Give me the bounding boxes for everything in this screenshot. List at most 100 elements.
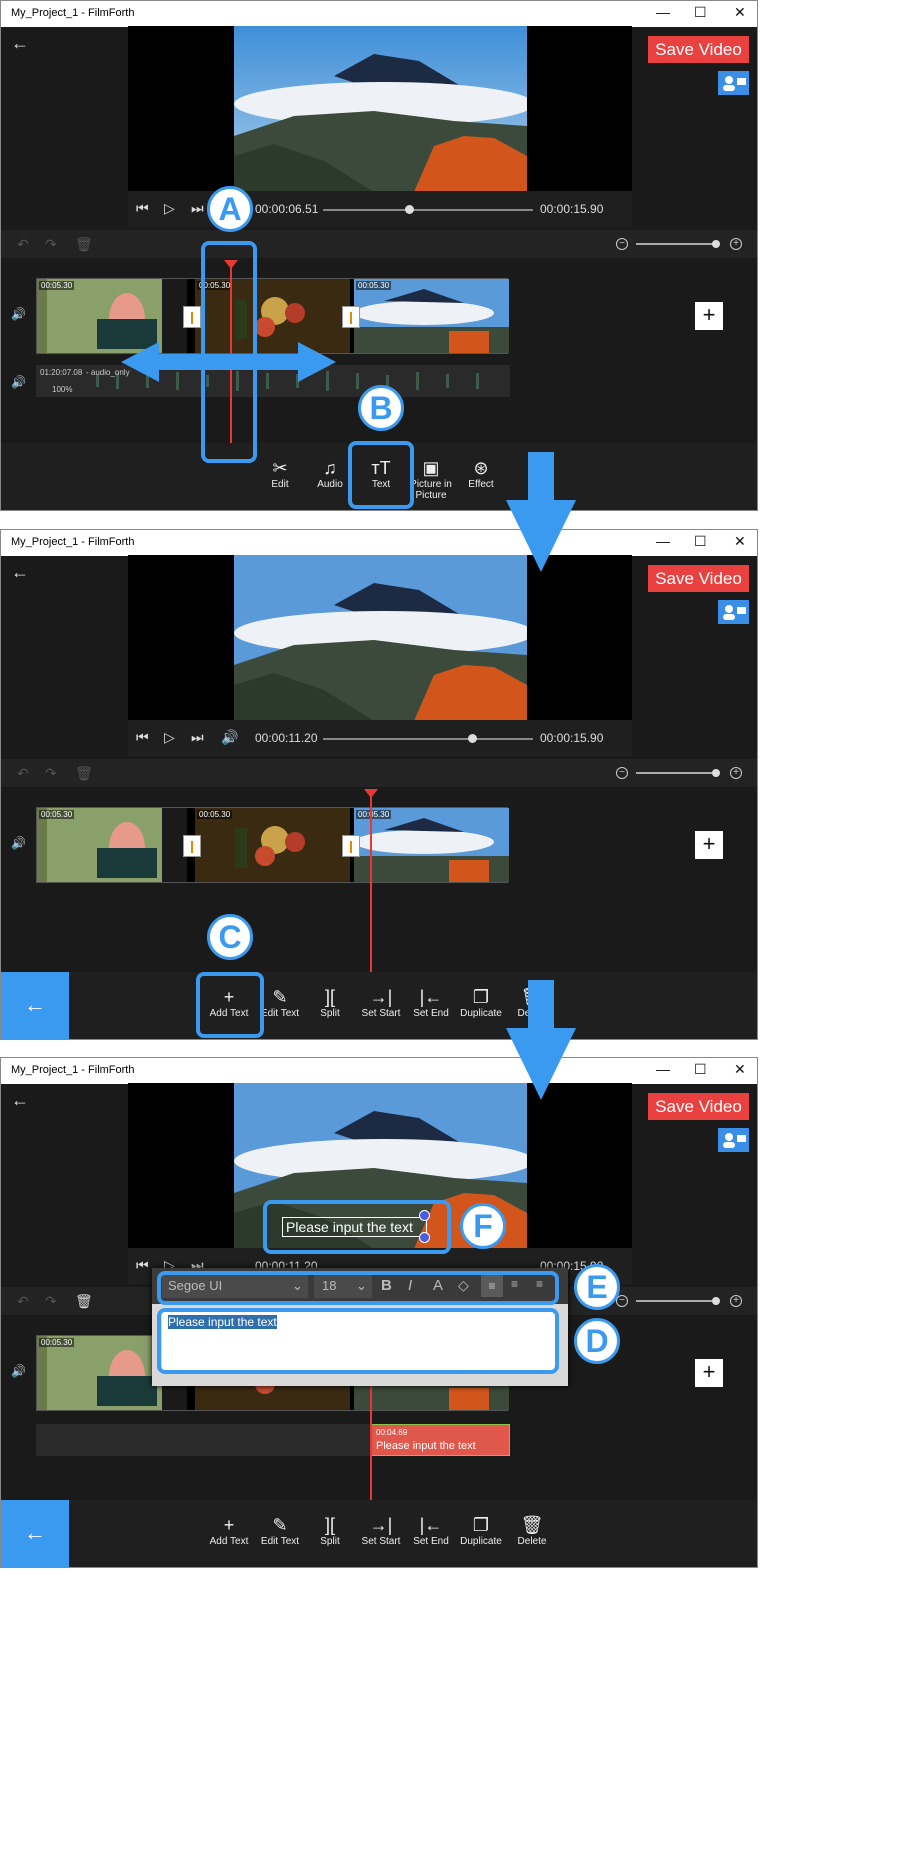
tool-duplicate[interactable]: ❐ Duplicate bbox=[457, 986, 505, 1019]
save-video-button[interactable]: Save Video bbox=[648, 1093, 749, 1120]
transition-handle[interactable] bbox=[342, 306, 360, 328]
clip-apples[interactable]: 00:05.30 bbox=[195, 808, 350, 882]
transition-handle[interactable] bbox=[342, 835, 360, 857]
highlight-add-text bbox=[196, 972, 264, 1038]
zoom-in-icon[interactable]: + bbox=[730, 238, 742, 250]
clip-mountain[interactable]: 00:05.30 bbox=[354, 808, 509, 882]
add-media-button[interactable]: + bbox=[695, 302, 723, 330]
play-icon[interactable]: ▷ bbox=[164, 200, 175, 217]
playhead[interactable] bbox=[370, 796, 372, 972]
zoom-in-icon[interactable]: + bbox=[730, 767, 742, 779]
clip-mountain[interactable]: 00:05.30 bbox=[354, 279, 509, 353]
skip-forward-icon[interactable]: ⏭ bbox=[191, 200, 204, 217]
account-icon[interactable] bbox=[718, 600, 749, 624]
tool-split[interactable]: ][Split bbox=[306, 986, 354, 1019]
duplicate-icon: ❐ bbox=[472, 987, 490, 1007]
audio-track-volume-icon[interactable]: 🔊 bbox=[11, 375, 26, 389]
clip-woman[interactable]: 00:05.30 bbox=[37, 808, 187, 882]
seek-knob[interactable] bbox=[405, 205, 414, 214]
back-arrow-icon[interactable]: ← bbox=[11, 1090, 29, 1111]
seek-bar[interactable] bbox=[323, 209, 533, 211]
back-arrow-icon[interactable]: ← bbox=[11, 562, 29, 583]
zoom-slider[interactable] bbox=[636, 772, 716, 774]
tool-delete[interactable]: 🗑Delete bbox=[508, 1514, 556, 1547]
zoom-in-icon[interactable]: + bbox=[730, 1295, 742, 1307]
zoom-slider[interactable] bbox=[636, 243, 716, 245]
add-media-button[interactable]: + bbox=[695, 831, 723, 859]
maximize-button[interactable]: ☐ bbox=[694, 4, 707, 21]
video-track-volume-icon[interactable]: 🔊 bbox=[11, 307, 26, 321]
account-icon[interactable] bbox=[718, 1128, 749, 1152]
text-clip[interactable]: 00:04.69 Please input the text bbox=[371, 1424, 510, 1456]
video-preview bbox=[128, 555, 632, 721]
save-video-button[interactable]: Save Video bbox=[648, 565, 749, 592]
undo-icon[interactable]: ↶ bbox=[17, 1293, 29, 1310]
total-time: 00:00:15.90 bbox=[540, 202, 604, 216]
tool-split[interactable]: ][Split bbox=[306, 1514, 354, 1547]
close-button[interactable]: ✕ bbox=[734, 4, 746, 21]
zoom-slider[interactable] bbox=[636, 1300, 716, 1302]
tool-set-end[interactable]: |← Set End bbox=[407, 1514, 455, 1547]
video-track-volume-icon[interactable]: 🔊 bbox=[11, 1364, 26, 1378]
maximize-button[interactable]: ☐ bbox=[694, 1061, 707, 1078]
skip-back-icon[interactable]: ⏮ bbox=[136, 200, 149, 217]
tool-duplicate[interactable]: ❐ Duplicate bbox=[457, 1514, 505, 1547]
close-button[interactable]: ✕ bbox=[734, 1061, 746, 1078]
transition-handle[interactable] bbox=[183, 306, 201, 328]
undo-icon[interactable]: ↶ bbox=[17, 765, 29, 782]
minimize-button[interactable]: — bbox=[656, 1061, 670, 1077]
highlight-text-tool bbox=[348, 441, 414, 509]
seek-knob[interactable] bbox=[468, 734, 477, 743]
video-track-volume-icon[interactable]: 🔊 bbox=[11, 836, 26, 850]
maximize-button[interactable]: ☐ bbox=[694, 533, 707, 550]
tool-set-end[interactable]: |← Set End bbox=[407, 986, 455, 1019]
zoom-knob[interactable] bbox=[712, 240, 720, 248]
minimize-button[interactable]: — bbox=[656, 4, 670, 20]
close-button[interactable]: ✕ bbox=[734, 533, 746, 550]
tool-effect[interactable]: ⊛ Effect bbox=[457, 457, 505, 490]
marker-c: C bbox=[207, 914, 253, 960]
add-media-button[interactable]: + bbox=[695, 1359, 723, 1387]
redo-icon[interactable]: ↷ bbox=[45, 1293, 57, 1310]
text-clip-label: Please input the text bbox=[376, 1440, 476, 1452]
transition-handle[interactable] bbox=[183, 835, 201, 857]
skip-back-icon[interactable]: ⏮ bbox=[136, 729, 149, 746]
zoom-knob[interactable] bbox=[712, 769, 720, 777]
trash-icon[interactable]: 🗑 bbox=[75, 1293, 93, 1310]
tool-set-start[interactable]: →| Set Start bbox=[357, 986, 405, 1019]
mountain-preview-image bbox=[234, 26, 527, 192]
back-arrow-icon[interactable]: ← bbox=[11, 33, 29, 54]
history-bar: ↶ ↷ 🗑 − + bbox=[1, 759, 757, 787]
toolbar-back-button[interactable]: ← bbox=[1, 1500, 69, 1567]
trash-icon[interactable]: 🗑 bbox=[75, 765, 93, 782]
play-icon[interactable]: ▷ bbox=[164, 729, 175, 746]
volume-icon[interactable]: 🔊 bbox=[221, 729, 238, 746]
clip-duration: 00:05.30 bbox=[39, 281, 75, 290]
skip-forward-icon[interactable]: ⏭ bbox=[191, 729, 204, 746]
mountain-preview-image bbox=[234, 555, 527, 721]
pencil-icon: ✎ bbox=[272, 1515, 288, 1535]
redo-icon[interactable]: ↷ bbox=[45, 236, 57, 253]
zoom-knob[interactable] bbox=[712, 1297, 720, 1305]
marker-d: D bbox=[574, 1318, 620, 1364]
trash-icon[interactable]: 🗑 bbox=[75, 236, 93, 253]
tool-edit[interactable]: ✂ Edit bbox=[256, 457, 304, 490]
playback-controls: ⏮ ▷ ⏭ 00:00:06.51 00:00:15.90 bbox=[128, 191, 632, 227]
tool-set-start[interactable]: →| Set Start bbox=[357, 1514, 405, 1547]
tool-audio[interactable]: ♫ Audio bbox=[306, 457, 354, 490]
save-video-button[interactable]: Save Video bbox=[648, 36, 749, 63]
toolbar-back-button[interactable]: ← bbox=[1, 972, 69, 1039]
tool-add-text[interactable]: + Add Text bbox=[205, 1514, 253, 1547]
account-icon[interactable] bbox=[718, 71, 749, 95]
undo-icon[interactable]: ↶ bbox=[17, 236, 29, 253]
redo-icon[interactable]: ↷ bbox=[45, 765, 57, 782]
seek-bar[interactable] bbox=[323, 738, 533, 740]
playhead-handle[interactable] bbox=[364, 789, 378, 798]
zoom-out-icon[interactable]: − bbox=[616, 238, 628, 250]
drag-arrows-icon bbox=[121, 342, 336, 382]
minimize-button[interactable]: — bbox=[656, 533, 670, 549]
skip-back-icon[interactable]: ⏮ bbox=[136, 1257, 149, 1274]
zoom-out-icon[interactable]: − bbox=[616, 767, 628, 779]
window-title: My_Project_1 - FilmForth bbox=[11, 7, 135, 19]
tool-edit-text[interactable]: ✎ Edit Text bbox=[256, 1514, 304, 1547]
